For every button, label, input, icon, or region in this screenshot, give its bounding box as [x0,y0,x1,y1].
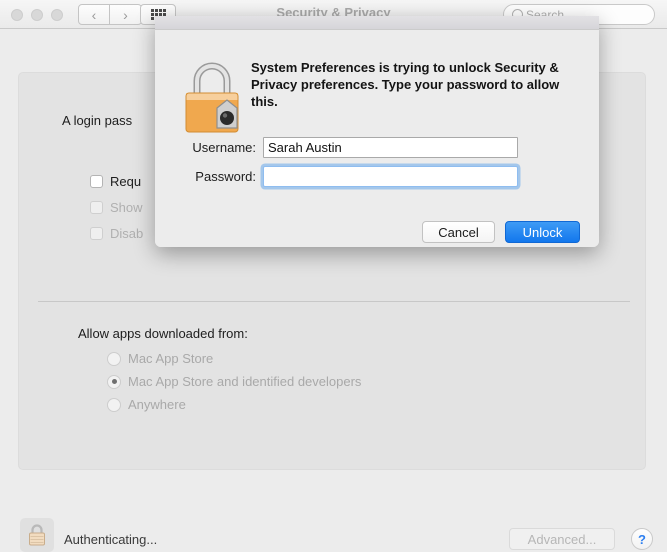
section-divider [38,301,630,302]
checkbox-label: Requ [110,174,142,189]
checkbox-require-password[interactable]: Requ [90,174,141,189]
radio-circle [107,374,121,389]
password-label: Password: [195,169,256,184]
username-row: Username: [177,137,518,158]
radio-label: Mac App Store [128,351,214,366]
unlock-button[interactable]: Unlock [505,221,580,243]
cancel-button[interactable]: Cancel [422,221,495,243]
checkbox-label: Disab [110,226,144,241]
system-preferences-window: ‹ › Security & Privacy Search A login pa… [0,0,667,552]
lock-toggle-button[interactable] [20,518,54,552]
password-field[interactable] [263,166,518,187]
authentication-dialog: System Preferences is trying to unlock S… [155,16,599,247]
dialog-message: System Preferences is trying to unlock S… [251,60,560,109]
radio-circle [107,397,121,412]
checkbox-box [90,227,103,240]
login-password-description: A login pass [62,113,133,128]
radio-circle [107,351,121,366]
password-row: Password: [177,166,518,187]
radio-mac-app-store: Mac App Store [107,351,213,366]
checkbox-box [90,175,103,188]
checkbox-disable-auto-login: Disab [90,226,143,241]
username-field[interactable] [263,137,518,158]
radio-mac-app-store-and-identified-developers: Mac App Store and identified developers [107,374,361,389]
radio-label: Anywhere [128,397,186,412]
advanced-button[interactable]: Advanced... [509,528,615,550]
help-button[interactable]: ? [631,528,653,550]
allow-apps-label: Allow apps downloaded from: [78,326,248,341]
question-mark-icon: ? [638,531,646,547]
radio-label: Mac App Store and identified developers [128,374,362,389]
username-label: Username: [192,140,256,155]
radio-anywhere: Anywhere [107,397,186,412]
lock-icon [29,524,45,546]
checkbox-label: Show [110,200,143,215]
lock-security-icon [185,62,239,133]
checkbox-show-message: Show [90,200,143,215]
dialog-body: System Preferences is trying to unlock S… [155,30,599,247]
dialog-titlebar [155,16,599,30]
checkbox-box [90,201,103,214]
